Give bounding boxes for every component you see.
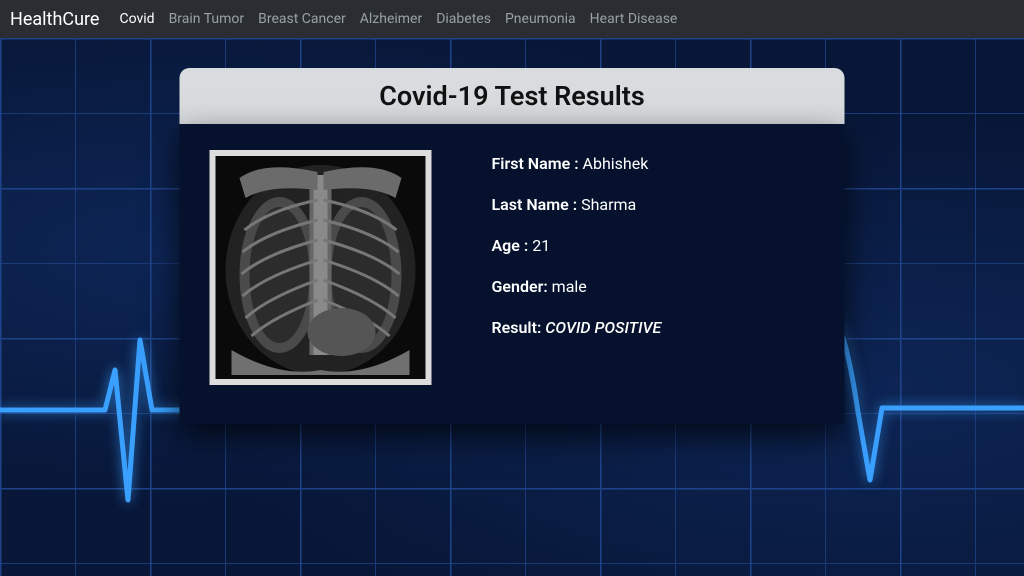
- first-name-row: First Name : Abhishek: [492, 154, 662, 173]
- nav-item-heart-disease[interactable]: Heart Disease: [590, 11, 678, 27]
- nav-item-brain-tumor[interactable]: Brain Tumor: [169, 11, 245, 27]
- last-name-label: Last Name :: [492, 195, 582, 214]
- patient-details: First Name : Abhishek Last Name : Sharma…: [492, 150, 662, 394]
- nav-item-covid[interactable]: Covid: [119, 11, 154, 27]
- last-name-value: Sharma: [581, 195, 636, 214]
- gender-row: Gender: male: [492, 277, 662, 296]
- last-name-row: Last Name : Sharma: [492, 195, 662, 214]
- first-name-value: Abhishek: [583, 154, 649, 173]
- xray-image: [210, 150, 432, 385]
- gender-value: male: [552, 277, 587, 296]
- nav-item-diabetes[interactable]: Diabetes: [436, 11, 491, 27]
- result-label: Result:: [492, 318, 546, 337]
- nav-item-pneumonia[interactable]: Pneumonia: [505, 11, 576, 27]
- first-name-label: First Name :: [492, 154, 583, 173]
- result-card: Covid-19 Test Results: [180, 68, 845, 424]
- card-title: Covid-19 Test Results: [180, 68, 845, 124]
- age-row: Age : 21: [492, 236, 662, 255]
- result-value: COVID POSITIVE: [545, 318, 661, 337]
- navbar: HealthCure Covid Brain Tumor Breast Canc…: [0, 0, 1024, 38]
- age-value: 21: [532, 236, 550, 255]
- nav-item-alzheimer[interactable]: Alzheimer: [360, 11, 422, 27]
- card-body: First Name : Abhishek Last Name : Sharma…: [180, 124, 845, 424]
- gender-label: Gender:: [492, 277, 552, 296]
- age-label: Age :: [492, 236, 533, 255]
- nav-items: Covid Brain Tumor Breast Cancer Alzheime…: [119, 11, 677, 27]
- brand-link[interactable]: HealthCure: [10, 9, 99, 30]
- result-row: Result: COVID POSITIVE: [492, 318, 662, 337]
- nav-item-breast-cancer[interactable]: Breast Cancer: [258, 11, 346, 27]
